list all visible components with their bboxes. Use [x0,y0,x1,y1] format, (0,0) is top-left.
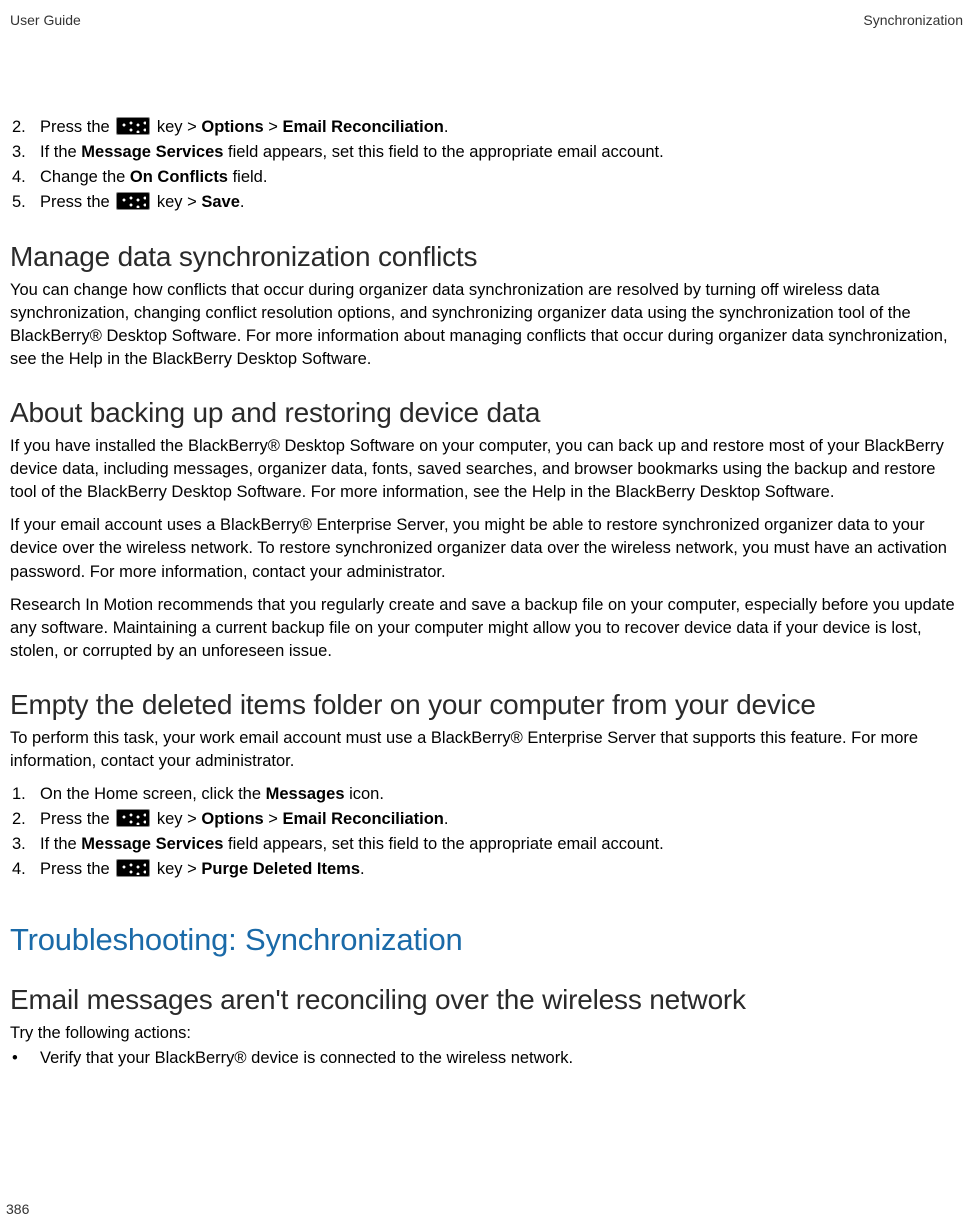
list-item: 5. Press the key > Save. [10,191,963,215]
step-number: 2. [10,808,40,832]
blackberry-key-icon [116,859,150,877]
list-item: • Verify that your BlackBerry® device is… [10,1047,963,1071]
page: User Guide Synchronization 2. Press the … [0,0,973,1227]
step-number: 2. [10,116,40,140]
body-text: If you have installed the BlackBerry® De… [10,435,963,504]
blackberry-key-icon [116,809,150,827]
page-header: User Guide Synchronization [10,12,963,28]
list-item: 3. If the Message Services field appears… [10,833,963,857]
list-item: 3. If the Message Services field appears… [10,141,963,165]
step-text: If the Message Services field appears, s… [40,833,963,857]
step-text: Press the key > Options > Email Reconcil… [40,116,963,140]
steps-list-2: 1. On the Home screen, click the Message… [10,783,963,882]
body-text: To perform this task, your work email ac… [10,727,963,773]
section-heading-backup-restore: About backing up and restoring device da… [10,397,963,429]
step-text: Press the key > Options > Email Reconcil… [40,808,963,832]
step-text: If the Message Services field appears, s… [40,141,963,165]
list-item: 4. Press the key > Purge Deleted Items. [10,858,963,882]
bullet-list: • Verify that your BlackBerry® device is… [10,1047,963,1071]
section-heading-email-not-reconciling: Email messages aren't reconciling over t… [10,984,963,1016]
section-heading-manage-conflicts: Manage data synchronization conflicts [10,241,963,273]
step-text: Change the On Conflicts field. [40,166,963,190]
blackberry-key-icon [116,192,150,210]
blackberry-key-icon [116,117,150,135]
major-heading-troubleshooting: Troubleshooting: Synchronization [10,922,963,958]
body-text: You can change how conflicts that occur … [10,279,963,371]
step-number: 3. [10,833,40,857]
list-item: 2. Press the key > Options > Email Recon… [10,116,963,140]
step-number: 1. [10,783,40,807]
section-heading-empty-deleted: Empty the deleted items folder on your c… [10,689,963,721]
list-item: 4. Change the On Conflicts field. [10,166,963,190]
content: 2. Press the key > Options > Email Recon… [10,116,963,1071]
step-text: Press the key > Save. [40,191,963,215]
page-number: 386 [6,1201,29,1217]
step-number: 3. [10,141,40,165]
body-text: If your email account uses a BlackBerry®… [10,514,963,583]
body-text: Research In Motion recommends that you r… [10,594,963,663]
step-number: 5. [10,191,40,215]
bullet-text: Verify that your BlackBerry® device is c… [40,1047,963,1071]
step-number: 4. [10,858,40,882]
bullet-dot: • [10,1047,40,1071]
body-text: Try the following actions: [10,1022,963,1045]
step-text: Press the key > Purge Deleted Items. [40,858,963,882]
list-item: 2. Press the key > Options > Email Recon… [10,808,963,832]
step-number: 4. [10,166,40,190]
header-right: Synchronization [863,12,963,28]
header-left: User Guide [10,12,81,28]
steps-list-1: 2. Press the key > Options > Email Recon… [10,116,963,215]
step-text: On the Home screen, click the Messages i… [40,783,963,807]
list-item: 1. On the Home screen, click the Message… [10,783,963,807]
